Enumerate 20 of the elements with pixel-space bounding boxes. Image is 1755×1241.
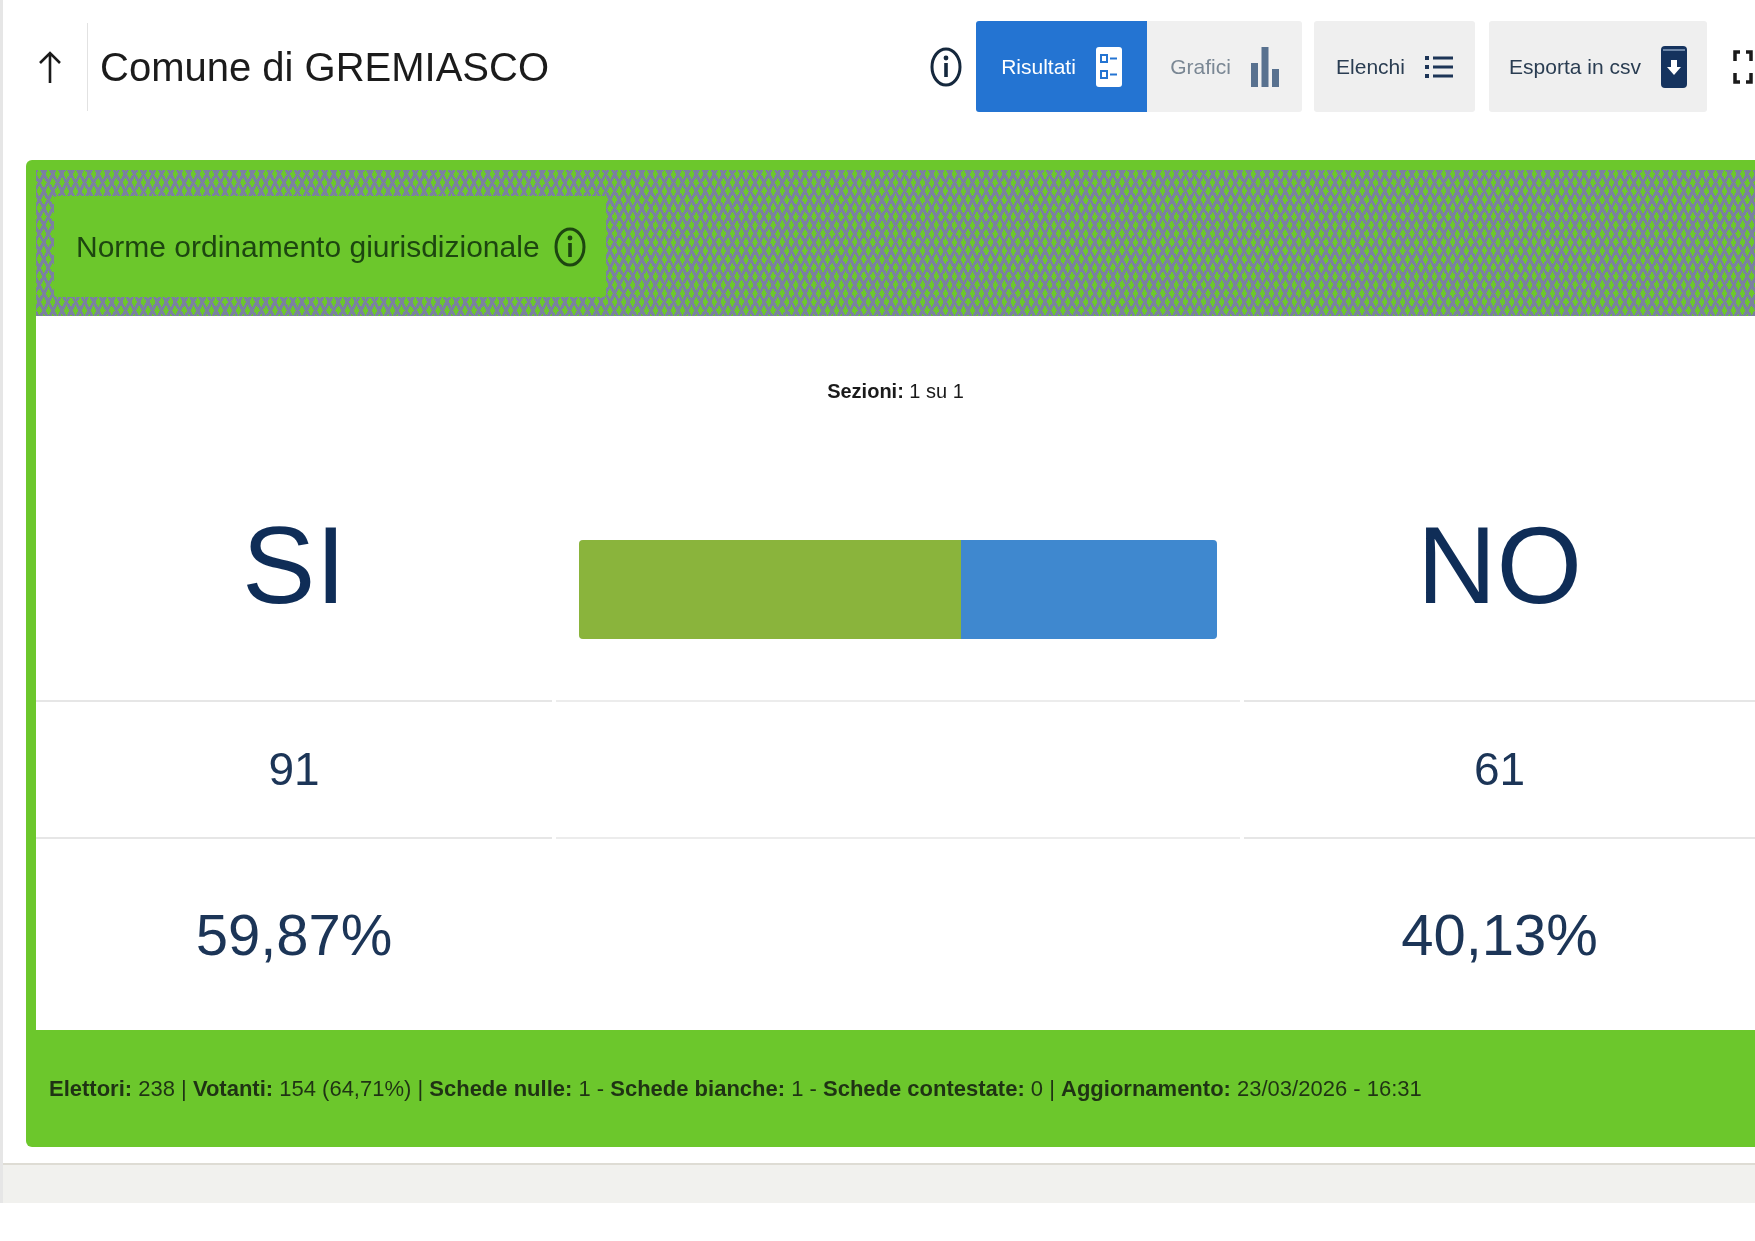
download-box-icon xyxy=(1660,45,1687,88)
export-button[interactable]: Esporta in csv xyxy=(1489,21,1707,112)
vote-count: 61 xyxy=(1473,742,1526,797)
list-button[interactable]: Elenchi xyxy=(1314,21,1475,112)
list-icon xyxy=(1424,55,1453,78)
page-title: Comune di GREMIASCO xyxy=(100,43,550,91)
bar-chart-icon xyxy=(1250,46,1279,87)
up-arrow-icon[interactable] xyxy=(38,49,62,84)
vote-count: 91 xyxy=(268,742,320,797)
info-icon[interactable] xyxy=(930,46,962,87)
card-title: Norme ordinamento giurisdizionale xyxy=(76,229,540,265)
fullscreen-icon[interactable] xyxy=(1733,49,1753,84)
checklist-icon xyxy=(1095,46,1122,87)
summary-text: Elettori: 238 | Votanti: 154 (64,71%) | Schede nulle: 1 - Schede bianche: 1 - Schede contestate: 0 | Aggiornamento: 23/03/2026 - 16:31 xyxy=(49,1075,1422,1103)
sections-count: Sezioni: 1 su 1 xyxy=(827,379,964,404)
view-tab[interactable]: Risultati xyxy=(976,21,1147,112)
vote-percent: 59,87% xyxy=(195,901,393,969)
option-name: NO xyxy=(1417,510,1582,620)
option-name: SI xyxy=(242,510,346,620)
vote-percent: 40,13% xyxy=(1401,901,1598,969)
